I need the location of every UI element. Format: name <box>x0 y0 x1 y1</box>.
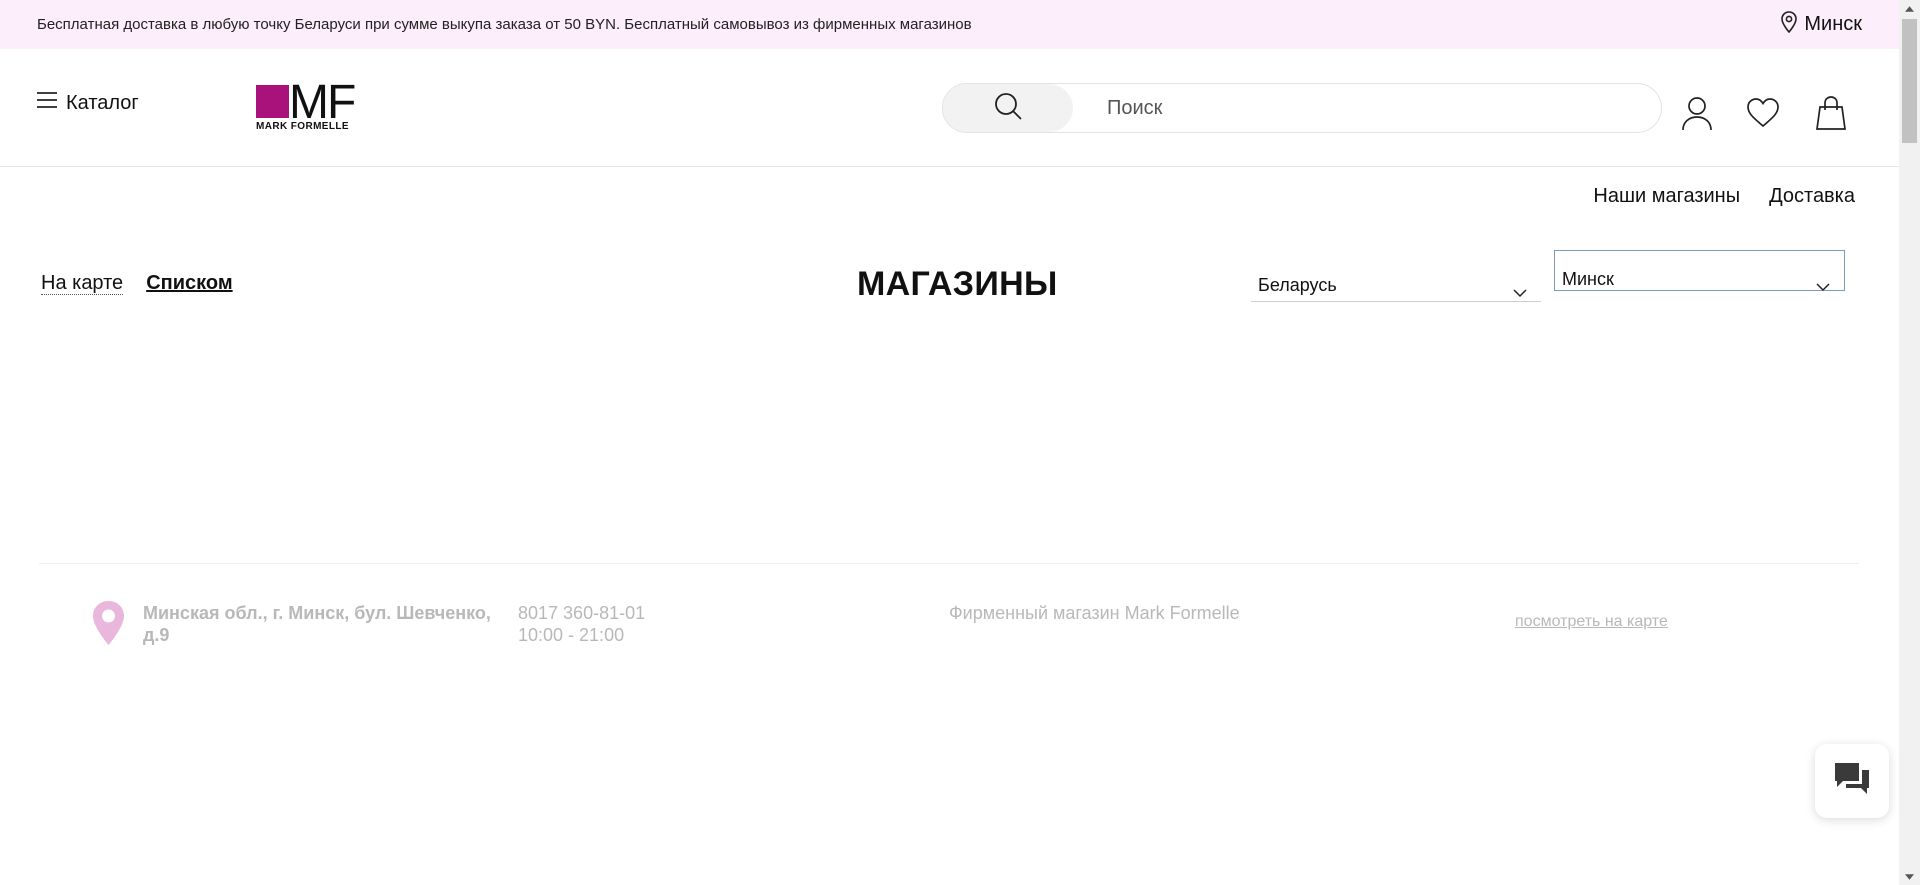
location-pin-icon <box>1780 10 1798 39</box>
page-title: МАГАЗИНЫ <box>857 265 1058 303</box>
chevron-down-icon <box>1816 276 1830 292</box>
search-bar <box>942 83 1662 133</box>
page: Бесплатная доставка в любую точку Белару… <box>0 0 1899 885</box>
chevron-down-icon <box>1513 282 1527 298</box>
chat-icon <box>1833 761 1871 802</box>
search-icon <box>993 91 1023 126</box>
store-hours: 10:00 - 21:00 <box>518 625 625 645</box>
store-address: Минская обл., г. Минск, бул. Шевченко, д… <box>143 603 491 645</box>
logo-text: MARK FORMELLE <box>256 121 349 132</box>
chat-button[interactable] <box>1815 744 1889 818</box>
view-on-map-link[interactable]: На карте <box>41 272 124 295</box>
view-as-list-link[interactable]: Списком <box>146 272 232 295</box>
heart-icon <box>1746 98 1780 135</box>
promo-bar: Бесплатная доставка в любую точку Белару… <box>0 0 1899 49</box>
shopping-bag-icon <box>1814 96 1848 135</box>
city-label: Минск <box>1804 13 1862 35</box>
city-selector[interactable]: Минск <box>1780 0 1862 49</box>
logo[interactable]: MF MARK FORMELLE <box>256 82 377 132</box>
divider <box>39 563 1859 564</box>
header: Каталог MF MARK FORMELLE <box>0 49 1899 167</box>
scroll-thumb[interactable] <box>1902 19 1917 143</box>
store-type: Фирменный магазин Mark Formelle <box>949 603 1240 623</box>
cart-button[interactable] <box>1814 95 1848 131</box>
store-contacts: 8017 360-81-01 10:00 - 21:00 <box>518 602 645 646</box>
store-phone: 8017 360-81-01 <box>518 603 646 623</box>
catalog-button[interactable]: Каталог <box>36 91 139 115</box>
account-button[interactable] <box>1680 95 1714 131</box>
logo-mark: MF <box>256 82 357 122</box>
favorites-button[interactable] <box>1746 95 1780 131</box>
catalog-label: Каталог <box>66 91 139 114</box>
scroll-up-arrow-icon[interactable] <box>1899 0 1920 17</box>
store-list-item: Минская обл., г. Минск, бул. Шевченко, д… <box>0 598 1899 658</box>
search-button[interactable] <box>943 84 1073 132</box>
view-on-map-store-link[interactable]: посмотреть на карте <box>1515 613 1668 631</box>
view-toggle: На карте Списком <box>41 272 233 295</box>
sub-navigation: Наши магазины Доставка <box>1593 185 1855 208</box>
city-select-value: Минск <box>1562 269 1614 289</box>
nav-delivery[interactable]: Доставка <box>1769 185 1855 208</box>
scroll-down-arrow-icon[interactable] <box>1899 868 1920 885</box>
user-icon <box>1680 97 1714 135</box>
city-select[interactable]: Минск <box>1554 250 1845 292</box>
promo-text: Бесплатная доставка в любую точку Белару… <box>37 16 972 33</box>
logo-letters: MF <box>289 82 355 122</box>
country-select-value: Беларусь <box>1258 275 1337 295</box>
nav-our-stores[interactable]: Наши магазины <box>1593 185 1740 208</box>
search-input[interactable] <box>1105 95 1625 121</box>
scrollbar[interactable] <box>1899 0 1920 885</box>
store-location-pin-icon <box>91 600 126 646</box>
country-select[interactable]: Беларусь <box>1251 264 1541 302</box>
hamburger-menu-icon <box>36 91 58 115</box>
